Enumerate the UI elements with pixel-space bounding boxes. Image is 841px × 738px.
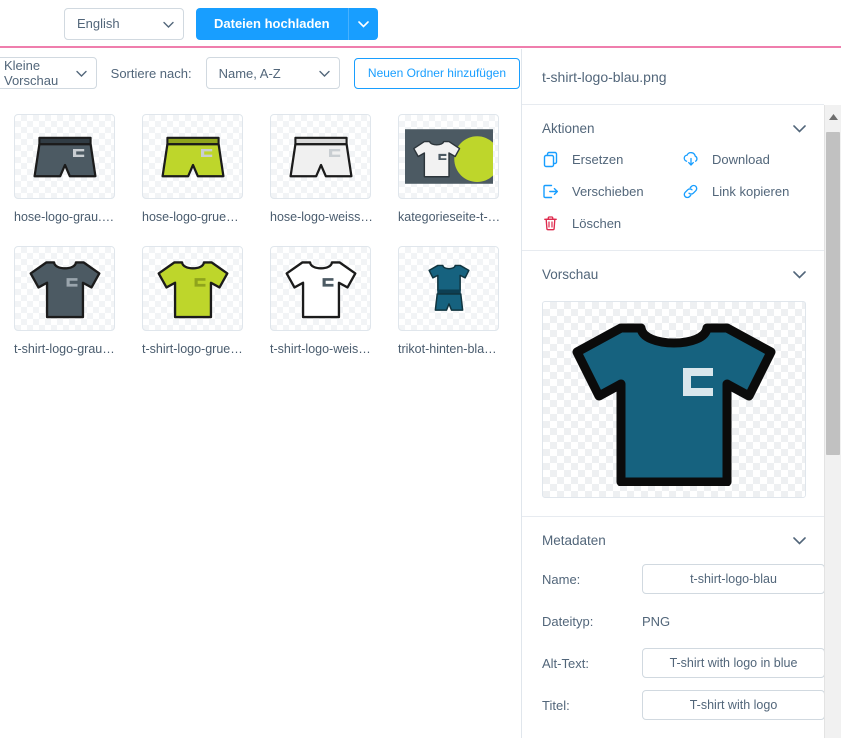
- file-name-label: t-shirt-logo-weiss.…: [270, 342, 373, 356]
- language-select[interactable]: English: [64, 7, 184, 40]
- actions-heading: Aktionen: [542, 120, 595, 136]
- chevron-down-icon: [319, 66, 330, 81]
- file-grid-area: hose-logo-grau.png hose-logo-gruen.png hos…: [0, 104, 520, 738]
- file-name-label: hose-logo-grau.png: [14, 210, 117, 224]
- file-name-label: kategorieseite-t-shi…: [398, 210, 501, 224]
- file-name-label: hose-logo-gruen.png: [142, 210, 245, 224]
- actions-list: Ersetzen Download Verschieben Link kopieren…: [522, 151, 824, 232]
- chevron-down-icon: [357, 16, 369, 31]
- chevron-down-icon: [163, 16, 174, 31]
- copy-icon: [542, 151, 559, 168]
- metadata-input-titel[interactable]: [642, 690, 825, 720]
- sidebar-file-title: t-shirt-logo-blau.png: [522, 49, 824, 105]
- file-thumbnail[interactable]: [398, 114, 499, 199]
- metadata-label-alt-text: Alt-Text:: [542, 655, 589, 671]
- file-card[interactable]: t-shirt-logo-grau.png: [14, 246, 117, 356]
- metadata-section: Metadaten Name: Dateityp: PNG Alt-Text: Tite…: [522, 517, 825, 738]
- metadata-input-alt-text[interactable]: [642, 648, 825, 678]
- sidebar-scrollbar[interactable]: [824, 105, 841, 738]
- upload-files-button[interactable]: Dateien hochladen: [196, 7, 348, 40]
- file-card[interactable]: t-shirt-logo-gruen.…: [142, 246, 245, 356]
- upload-button-group: Dateien hochladen: [196, 7, 378, 40]
- scroll-up-button[interactable]: [825, 105, 841, 127]
- preview-heading: Vorschau: [542, 266, 599, 282]
- triangle-up-icon: [828, 107, 838, 125]
- metadata-row: MIME-Type:image/png: [522, 731, 824, 738]
- file-card[interactable]: t-shirt-logo-weiss.…: [270, 246, 373, 356]
- actions-section: Aktionen Ersetzen Download Verschieben Link…: [522, 105, 824, 251]
- file-name-label: t-shirt-logo-gruen.…: [142, 342, 245, 356]
- scrollbar-thumb[interactable]: [826, 132, 840, 455]
- metadata-row: Dateityp: PNG: [522, 605, 824, 637]
- grid-toolbar: Kleine Vorschau Sortiere nach: Name, A-Z…: [0, 49, 520, 97]
- media-manager-app: English Dateien hochladen Kleine Vorscha…: [0, 0, 841, 738]
- upload-options-button[interactable]: [347, 7, 378, 40]
- action-l-schen[interactable]: Löschen: [542, 215, 682, 232]
- new-folder-button[interactable]: Neuen Ordner hinzufügen: [353, 57, 520, 89]
- file-thumbnail[interactable]: [142, 246, 243, 331]
- chevron-down-icon[interactable]: [793, 121, 806, 136]
- file-card[interactable]: hose-logo-weiss.png: [270, 114, 373, 224]
- detail-sidebar: t-shirt-logo-blau.png Aktionen Ersetzen D…: [521, 49, 825, 738]
- action-ersetzen[interactable]: Ersetzen: [542, 151, 682, 168]
- file-name-label: t-shirt-logo-grau.png: [14, 342, 117, 356]
- preview-image-box: [542, 301, 806, 498]
- preview-section: Vorschau: [522, 251, 824, 517]
- action-label: Löschen: [572, 216, 622, 231]
- view-mode-value: Kleine Vorschau: [4, 58, 59, 88]
- metadata-row: Alt-Text:: [522, 647, 825, 679]
- preview-section-header[interactable]: Vorschau: [522, 251, 824, 297]
- file-card[interactable]: trikot-hinten-blau.…: [398, 246, 501, 356]
- action-label: Verschieben: [572, 184, 644, 199]
- accent-rule: [0, 46, 841, 48]
- metadata-section-header[interactable]: Metadaten: [522, 517, 824, 563]
- top-toolbar: English Dateien hochladen: [0, 0, 841, 47]
- trash-icon: [542, 215, 559, 232]
- sort-select[interactable]: Name, A-Z: [205, 57, 340, 89]
- move-export-icon: [542, 183, 559, 200]
- metadata-value-dateityp: PNG: [642, 613, 671, 629]
- cloud-download-icon: [682, 151, 699, 168]
- metadata-rows: Name: Dateityp: PNG Alt-Text: Titel: MIME-Typ…: [522, 563, 825, 738]
- actions-section-header[interactable]: Aktionen: [522, 105, 824, 151]
- action-link-kopieren[interactable]: Link kopieren: [682, 183, 822, 200]
- file-thumbnail[interactable]: [270, 114, 371, 199]
- metadata-input-name[interactable]: [642, 564, 825, 594]
- metadata-row: Titel:: [522, 689, 825, 721]
- file-thumbnail[interactable]: [398, 246, 499, 331]
- sort-select-value: Name, A-Z: [218, 65, 281, 81]
- file-name-label: hose-logo-weiss.png: [270, 210, 373, 224]
- file-thumbnail[interactable]: [14, 246, 115, 331]
- file-grid: hose-logo-grau.png hose-logo-gruen.png hos…: [14, 114, 520, 356]
- view-mode-select[interactable]: Kleine Vorschau: [0, 57, 97, 89]
- file-name-label: trikot-hinten-blau.…: [398, 342, 501, 356]
- metadata-row: Name:: [522, 563, 825, 595]
- file-card[interactable]: kategorieseite-t-shi…: [398, 114, 501, 224]
- chevron-down-icon[interactable]: [793, 267, 806, 282]
- file-thumbnail[interactable]: [270, 246, 371, 331]
- action-label: Link kopieren: [712, 184, 790, 199]
- metadata-label-dateityp: Dateityp:: [542, 613, 594, 629]
- chevron-down-icon: [75, 66, 87, 81]
- file-thumbnail[interactable]: [142, 114, 243, 199]
- metadata-heading: Metadaten: [542, 532, 606, 548]
- file-thumbnail[interactable]: [14, 114, 115, 199]
- preview-image: [572, 323, 776, 486]
- chevron-down-icon[interactable]: [793, 533, 806, 548]
- action-label: Ersetzen: [572, 152, 624, 167]
- metadata-label-name: Name:: [542, 571, 581, 587]
- file-card[interactable]: hose-logo-grau.png: [14, 114, 117, 224]
- action-verschieben[interactable]: Verschieben: [542, 183, 682, 200]
- action-download[interactable]: Download: [682, 151, 822, 168]
- action-label: Download: [712, 152, 770, 167]
- sort-label: Sortiere nach:: [110, 65, 192, 81]
- language-select-value: English: [77, 16, 120, 31]
- link-icon: [682, 183, 699, 200]
- file-card[interactable]: hose-logo-gruen.png: [142, 114, 245, 224]
- metadata-label-titel: Titel:: [542, 697, 570, 713]
